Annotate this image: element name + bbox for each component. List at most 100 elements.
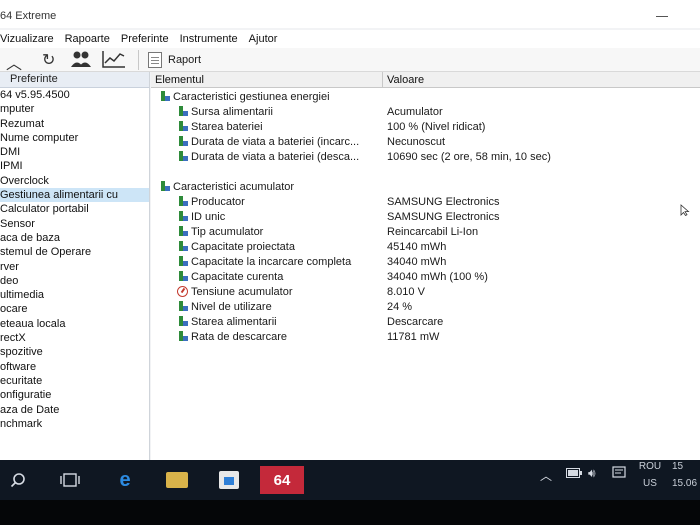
language-indicator[interactable]: ROU US: [636, 460, 664, 490]
language-secondary: US: [643, 478, 657, 489]
window-title: 64 Extreme: [0, 10, 57, 22]
detail-row[interactable]: Rata de descarcare 11781 mW: [151, 330, 700, 345]
column-divider[interactable]: [382, 72, 383, 88]
detail-name: Tensiune acumulator: [177, 286, 293, 298]
battery-item-icon: [177, 196, 188, 207]
detail-name: Producator: [177, 196, 245, 208]
report-button[interactable]: Raport: [148, 50, 201, 70]
tree-header[interactable]: Preferinte: [0, 72, 149, 88]
group-row[interactable]: Caracteristici gestiunea energiei: [151, 90, 700, 105]
battery-item-icon: [177, 301, 188, 312]
tree-item[interactable]: nchmark: [0, 417, 149, 431]
search-icon[interactable]: [8, 466, 28, 494]
detail-row[interactable]: Tensiune acumulator 8.010 V: [151, 285, 700, 300]
detail-row[interactable]: Capacitate curenta 34040 mWh (100 %): [151, 270, 700, 285]
detail-row[interactable]: Durata de viata a bateriei (incarc... Nec…: [151, 135, 700, 150]
battery-group-icon: [159, 181, 170, 192]
tree-item[interactable]: eteaua locala: [0, 317, 149, 331]
mouse-cursor: [680, 204, 690, 217]
tree-item[interactable]: stemul de Operare: [0, 245, 149, 259]
tree-item[interactable]: onfiguratie: [0, 388, 149, 402]
store-icon[interactable]: [216, 466, 242, 494]
detail-row[interactable]: Producator SAMSUNG Electronics: [151, 195, 700, 210]
tree-item[interactable]: aza de Date: [0, 403, 149, 417]
group-title-text: Caracteristici gestiunea energiei: [173, 91, 330, 103]
detail-name: Capacitate curenta: [177, 271, 283, 283]
task-view-icon[interactable]: [58, 466, 82, 494]
detail-row[interactable]: Durata de viata a bateriei (desca... 1069…: [151, 150, 700, 165]
detail-name-text: Starea alimentarii: [191, 316, 277, 328]
group-row[interactable]: Caracteristici acumulator: [151, 180, 700, 195]
gauge-icon: [177, 286, 188, 297]
detail-row[interactable]: ID unic SAMSUNG Electronics: [151, 210, 700, 225]
battery-item-icon: [177, 151, 188, 162]
tree-header-label: Preferinte: [10, 73, 58, 85]
detail-row[interactable]: Capacitate la incarcare completa 34040 mW…: [151, 255, 700, 270]
detail-name: Starea alimentarii: [177, 316, 277, 328]
users-icon[interactable]: [70, 50, 92, 70]
detail-value: 24 %: [387, 301, 413, 313]
aida64-taskbar-button[interactable]: 64: [260, 466, 304, 494]
detail-name-text: Capacitate proiectata: [191, 241, 295, 253]
column-header-value[interactable]: Valoare: [387, 74, 424, 86]
detail-name-text: Capacitate curenta: [191, 271, 284, 283]
battery-item-icon: [177, 211, 188, 222]
tree-item[interactable]: Nume computer: [0, 131, 149, 145]
screen: 64 Extreme Vizualizare Rapoarte Preferin…: [0, 0, 700, 460]
battery-item-icon: [177, 106, 188, 117]
file-explorer-icon[interactable]: [164, 466, 190, 494]
detail-name: Capacitate la incarcare completa: [177, 256, 351, 268]
tree-item[interactable]: 64 v5.95.4500: [0, 88, 149, 102]
tree-item[interactable]: IPMI: [0, 159, 149, 173]
tree-item[interactable]: oftware: [0, 360, 149, 374]
tree-item[interactable]: ecuritate: [0, 374, 149, 388]
menu-rapoarte[interactable]: Rapoarte: [65, 30, 110, 48]
chart-icon[interactable]: [102, 50, 126, 70]
menu-preferinte[interactable]: Preferinte: [121, 30, 169, 48]
tree-item[interactable]: rectX: [0, 331, 149, 345]
detail-name-text: Durata de viata a bateriei (incarc...: [191, 136, 360, 148]
group-title: Caracteristici acumulator: [159, 181, 294, 193]
tree-item[interactable]: deo: [0, 274, 149, 288]
detail-name: Sursa alimentarii: [177, 106, 273, 118]
minimize-button[interactable]: [656, 10, 670, 20]
tree-item[interactable]: rver: [0, 260, 149, 274]
tree-item[interactable]: Calculator portabil: [0, 202, 149, 216]
detail-row[interactable]: Sursa alimentarii Acumulator: [151, 105, 700, 120]
battery-group-icon: [159, 91, 170, 102]
tree-item[interactable]: Sensor: [0, 217, 149, 231]
tree-item[interactable]: Overclock: [0, 174, 149, 188]
tree-item[interactable]: spozitive: [0, 345, 149, 359]
detail-value: 8.010 V: [387, 286, 425, 298]
tree-item[interactable]: ultimedia: [0, 288, 149, 302]
menu-instrumente[interactable]: Instrumente: [180, 30, 238, 48]
system-clock[interactable]: 15 15.06: [672, 460, 700, 490]
edge-browser-icon[interactable]: e: [112, 466, 138, 494]
detail-name-text: Tip acumulator: [191, 226, 264, 238]
detail-name: Durata de viata a bateriei (incarc...: [177, 136, 359, 148]
tree-item[interactable]: aca de baza: [0, 231, 149, 245]
detail-row[interactable]: Tip acumulator Reincarcabil Li-Ion: [151, 225, 700, 240]
detail-name-text: Nivel de utilizare: [191, 301, 272, 313]
chevron-up-icon[interactable]: ︿: [6, 50, 22, 73]
refresh-icon[interactable]: ↻: [42, 50, 55, 70]
detail-name: Starea bateriei: [177, 121, 263, 133]
detail-row[interactable]: Capacitate proiectata 45140 mWh: [151, 240, 700, 255]
document-icon: [148, 52, 162, 68]
group-title: Caracteristici gestiunea energiei: [159, 91, 330, 103]
tree-item[interactable]: mputer: [0, 102, 149, 116]
detail-row[interactable]: Nivel de utilizare 24 %: [151, 300, 700, 315]
tree-item[interactable]: Gestiunea alimentarii cu: [0, 188, 149, 203]
tree-item[interactable]: DMI: [0, 145, 149, 159]
detail-row[interactable]: Starea alimentarii Descarcare: [151, 315, 700, 330]
menu-vizualizare[interactable]: Vizualizare: [0, 30, 54, 48]
detail-value: Necunoscut: [387, 136, 446, 148]
tree-item[interactable]: ocare: [0, 302, 149, 316]
tree-item[interactable]: Rezumat: [0, 117, 149, 131]
menu-ajutor[interactable]: Ajutor: [249, 30, 278, 48]
language-primary: ROU: [638, 461, 662, 472]
taskbar: e 64 ︿ 🔊︎ ROU US 15 15.06: [0, 460, 700, 500]
column-header-element[interactable]: Elementul: [155, 74, 204, 86]
detail-row[interactable]: Starea bateriei 100 % (Nivel ridicat): [151, 120, 700, 135]
